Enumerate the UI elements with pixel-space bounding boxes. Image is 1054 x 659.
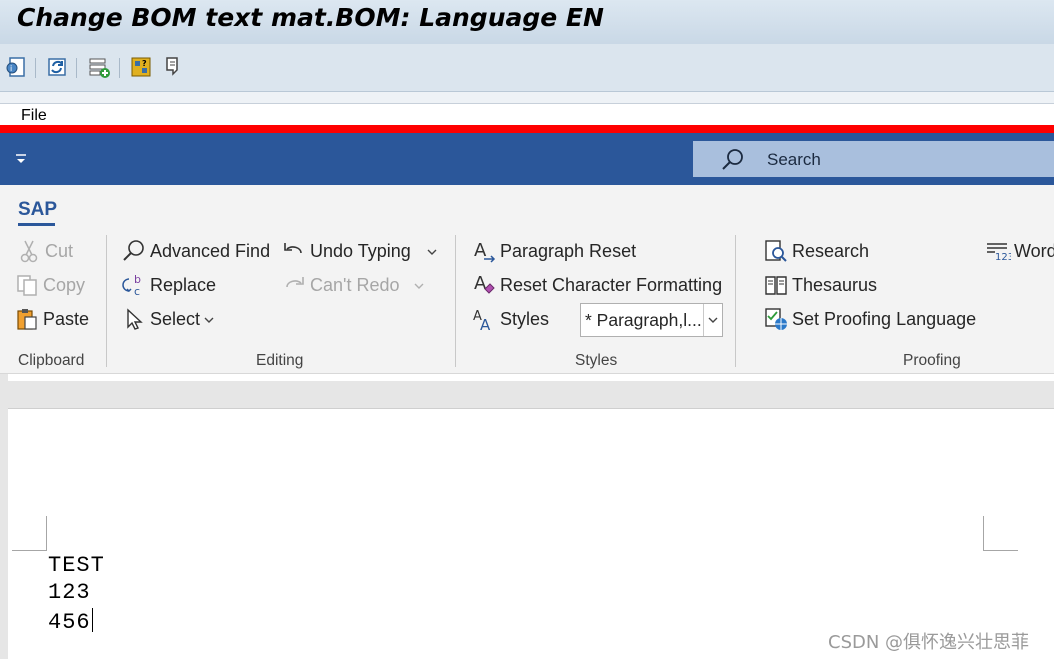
document-line[interactable]: 123 xyxy=(48,580,91,605)
tab-active-indicator xyxy=(18,223,55,226)
undo-typing-button[interactable]: Undo Typing xyxy=(281,237,437,265)
replace-icon: bc xyxy=(121,272,147,298)
svg-text:c: c xyxy=(134,285,140,297)
tab-sap[interactable]: SAP xyxy=(18,199,57,221)
search-box[interactable]: Search xyxy=(693,141,1054,177)
window-title: Change BOM text mat.BOM: Language EN xyxy=(17,3,604,32)
set-proofing-language-label: Set Proofing Language xyxy=(792,308,977,329)
replace-label: Replace xyxy=(150,274,217,295)
separator-strip xyxy=(0,92,1054,104)
styles-group-label: Styles xyxy=(575,352,618,369)
search-icon xyxy=(721,148,745,177)
document-editor[interactable] xyxy=(8,409,1054,659)
word-header-bar: Search xyxy=(0,133,1054,185)
clipboard-group-label: Clipboard xyxy=(18,352,85,369)
cant-redo-button[interactable]: Can't Redo xyxy=(281,271,424,299)
refresh-icon[interactable] xyxy=(44,54,70,80)
book-icon xyxy=(763,272,789,298)
style-select-value: * Paragraph,l... xyxy=(585,309,702,330)
undo-icon xyxy=(281,238,307,264)
styles-label: Styles xyxy=(500,308,550,329)
comment-icon[interactable] xyxy=(160,54,186,80)
copy-icon xyxy=(14,272,40,298)
ribbon: SAP Cut Copy Paste Clipboard Advanced Fi… xyxy=(0,185,1054,374)
chevron-down-icon xyxy=(204,309,214,330)
word-count-label: Word xyxy=(1014,240,1054,261)
reset-character-formatting-label: Reset Character Formatting xyxy=(500,274,723,295)
undo-typing-label: Undo Typing xyxy=(310,240,411,261)
cut-button[interactable]: Cut xyxy=(16,237,73,265)
margin-marker-top-right xyxy=(983,550,1018,551)
replace-button[interactable]: bc Replace xyxy=(121,271,216,299)
thesaurus-button[interactable]: Thesaurus xyxy=(763,271,877,299)
paragraph-reset-button[interactable]: A Paragraph Reset xyxy=(471,237,636,265)
word-count-button[interactable]: 123 Word xyxy=(985,237,1054,265)
style-select[interactable]: * Paragraph,l... xyxy=(580,303,723,337)
advanced-find-button[interactable]: Advanced Find xyxy=(121,237,270,265)
document-line[interactable]: TEST xyxy=(48,553,105,578)
styles-button[interactable]: AA Styles xyxy=(471,305,549,333)
document-line-text: 456 xyxy=(48,610,91,635)
word-count-icon: 123 xyxy=(985,238,1011,264)
proofing-group-label: Proofing xyxy=(903,352,961,369)
menu-bar: File xyxy=(0,104,1054,126)
paragraph-reset-icon: A xyxy=(471,238,497,264)
scissors-icon xyxy=(16,238,42,264)
search-label: Search xyxy=(767,150,821,169)
research-icon xyxy=(763,238,789,264)
margin-marker-top-left xyxy=(46,516,47,551)
svg-text:A: A xyxy=(474,273,487,294)
paste-icon xyxy=(14,306,40,332)
paste-label: Paste xyxy=(43,308,90,329)
svg-text:?: ? xyxy=(142,59,147,68)
svg-text:123: 123 xyxy=(995,252,1011,263)
sap-toolbar: i ? xyxy=(0,44,1054,92)
redo-dropdown-chevron-icon xyxy=(414,275,424,296)
select-label: Select xyxy=(150,308,201,329)
red-highlight-bar xyxy=(0,125,1054,133)
eraser-icon: A xyxy=(471,272,497,298)
research-button[interactable]: Research xyxy=(763,237,869,265)
svg-text:A: A xyxy=(474,240,487,261)
select-button[interactable]: Select xyxy=(121,305,214,333)
copy-label: Copy xyxy=(43,274,86,295)
paste-button[interactable]: Paste xyxy=(14,305,89,333)
undo-dropdown-chevron-icon[interactable] xyxy=(427,241,437,262)
document-info-icon[interactable]: i xyxy=(4,54,30,80)
cursor-arrow-icon xyxy=(121,306,147,332)
redo-icon xyxy=(281,272,307,298)
chevron-down-icon[interactable] xyxy=(703,304,721,336)
language-globe-icon xyxy=(763,306,789,332)
margin-marker-top-right xyxy=(983,516,984,551)
watermark: CSDN @俱怀逸兴壮思菲 xyxy=(828,632,1030,653)
ruler-bar xyxy=(8,381,1054,409)
styles-icon: AA xyxy=(471,306,497,332)
cant-redo-label: Can't Redo xyxy=(310,274,400,295)
svg-text:A: A xyxy=(480,316,491,331)
margin-marker-top-left xyxy=(12,550,47,551)
thesaurus-label: Thesaurus xyxy=(792,274,878,295)
set-proofing-language-button[interactable]: Set Proofing Language xyxy=(763,305,976,333)
quick-access-chevron-icon[interactable] xyxy=(13,151,29,167)
insert-line-icon[interactable] xyxy=(86,54,112,80)
paragraph-reset-label: Paragraph Reset xyxy=(500,240,637,261)
group-separator xyxy=(735,235,736,367)
document-left-gutter xyxy=(0,374,8,659)
document-line-with-caret[interactable]: 456 xyxy=(48,608,93,635)
menu-file[interactable]: File xyxy=(21,107,47,125)
reset-character-formatting-button[interactable]: A Reset Character Formatting xyxy=(471,271,722,299)
magnifier-icon xyxy=(121,238,147,264)
editing-group-label: Editing xyxy=(256,352,304,369)
title-bar: Change BOM text mat.BOM: Language EN xyxy=(0,0,1054,44)
cut-label: Cut xyxy=(45,240,74,261)
format-icon[interactable]: ? xyxy=(128,54,154,80)
research-label: Research xyxy=(792,240,870,261)
svg-text:i: i xyxy=(10,64,12,73)
group-separator xyxy=(455,235,456,367)
text-caret xyxy=(91,608,93,632)
group-separator xyxy=(106,235,107,367)
copy-button[interactable]: Copy xyxy=(14,271,85,299)
advanced-find-label: Advanced Find xyxy=(150,240,271,261)
